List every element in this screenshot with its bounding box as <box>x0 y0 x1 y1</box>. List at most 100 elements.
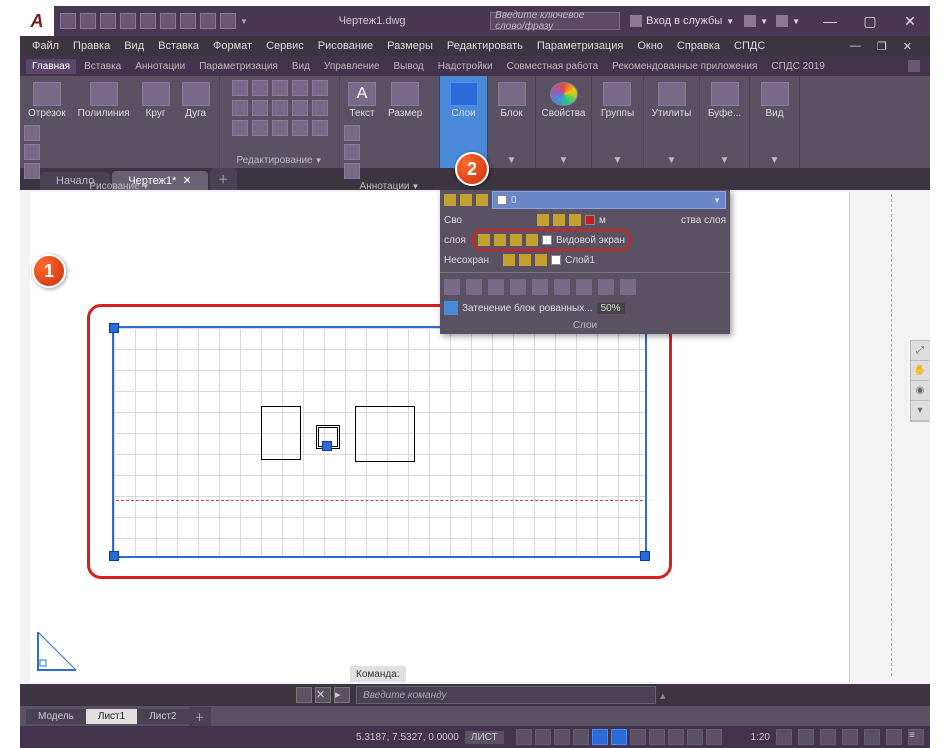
status-zoomlock-icon[interactable] <box>776 729 792 745</box>
status-hw-icon[interactable] <box>864 729 880 745</box>
ucs-icon[interactable] <box>34 628 80 674</box>
cmd-recent-icon[interactable]: ▸ <box>334 687 350 703</box>
sun-icon[interactable] <box>460 194 472 206</box>
utilities-button[interactable]: Утилиты <box>648 80 696 121</box>
status-iso-icon[interactable] <box>842 729 858 745</box>
layout-tab-sheet1[interactable]: Лист1 <box>86 709 137 724</box>
menu-format[interactable]: Формат <box>207 38 258 54</box>
draw-small-2-icon[interactable] <box>24 144 40 160</box>
qat-undo-icon[interactable] <box>160 13 176 29</box>
move-icon[interactable] <box>232 80 248 96</box>
status-custom-icon[interactable]: ≡ <box>908 729 924 745</box>
menu-window[interactable]: Окно <box>631 38 669 54</box>
menu-draw[interactable]: Рисование <box>312 38 379 54</box>
qat-save-icon[interactable] <box>100 13 116 29</box>
annot-small-1-icon[interactable] <box>344 125 360 141</box>
lock2-icon[interactable] <box>569 214 581 226</box>
status-osnap-icon[interactable] <box>592 729 608 745</box>
layout-tab-add[interactable]: ＋ <box>189 707 211 726</box>
panel-utils-expand[interactable]: ▼ <box>667 153 677 166</box>
ltool6-icon[interactable] <box>554 279 570 295</box>
panel-view-expand[interactable]: ▼ <box>770 153 780 166</box>
nav-orbit-icon[interactable]: ◉ <box>911 381 929 401</box>
nav-more-icon[interactable]: ▾ <box>911 401 929 421</box>
layer-row2-name[interactable]: Слой1 <box>565 255 595 266</box>
ltool7-icon[interactable] <box>576 279 592 295</box>
polyline-button[interactable]: Полилиния <box>74 80 134 121</box>
layer-row-highlight[interactable]: Видовой экран <box>472 229 631 251</box>
layer-row0-name[interactable]: м <box>599 215 606 226</box>
circle-button[interactable]: Круг <box>138 80 174 121</box>
block-button[interactable]: Блок <box>494 80 530 121</box>
layout-tab-sheet2[interactable]: Лист2 <box>137 709 188 724</box>
sun2-icon[interactable] <box>553 214 565 226</box>
clipboard-button[interactable]: Буфе... <box>704 80 745 121</box>
signin-button[interactable]: Вход в службы ▼ ▼ ▼ <box>620 15 810 27</box>
menu-insert[interactable]: Вставка <box>152 38 205 54</box>
qat-share-icon[interactable] <box>220 13 236 29</box>
menu-spds[interactable]: СПДС <box>728 38 771 54</box>
panel-props-expand[interactable]: ▼ <box>559 153 569 166</box>
cart-icon[interactable] <box>744 15 756 27</box>
drawing-canvas[interactable]: ⤢ ✋ ◉ ▾ 0 ▼ Сво <box>20 190 930 684</box>
tab-manage[interactable]: Управление <box>318 59 386 74</box>
tab-home[interactable]: Главная <box>26 59 76 74</box>
grip-inner[interactable] <box>322 441 332 451</box>
ltool1-icon[interactable] <box>444 279 460 295</box>
tab-annotate[interactable]: Аннотации <box>129 59 191 74</box>
mod9-icon[interactable] <box>272 120 288 136</box>
nav-full-icon[interactable]: ⤢ <box>911 341 929 361</box>
arc-button[interactable]: Дуга <box>178 80 214 121</box>
cmd-close-icon[interactable]: ✕ <box>315 687 331 703</box>
mod11-icon[interactable] <box>312 120 328 136</box>
dimension-button[interactable]: Размер <box>384 80 426 121</box>
status-ortho-icon[interactable] <box>554 729 570 745</box>
status-qp-icon[interactable] <box>668 729 684 745</box>
status-snap-icon[interactable] <box>535 729 551 745</box>
grip-bottom-right[interactable] <box>640 551 650 561</box>
menu-dimensions[interactable]: Размеры <box>381 38 439 54</box>
stretch-icon[interactable] <box>292 100 308 116</box>
offset-icon[interactable] <box>252 120 268 136</box>
mdi-close-icon[interactable]: ✕ <box>897 38 918 55</box>
close-button[interactable]: ✕ <box>890 6 930 36</box>
ltool9-icon[interactable] <box>620 279 636 295</box>
trim-icon[interactable] <box>272 80 288 96</box>
tab-collab[interactable]: Совместная работа <box>501 59 605 74</box>
shade-icon[interactable] <box>444 301 458 315</box>
sun4-icon[interactable] <box>519 254 531 266</box>
copy-icon[interactable] <box>312 80 328 96</box>
tab-output[interactable]: Вывод <box>388 59 430 74</box>
app-menu-button[interactable]: A <box>20 6 54 36</box>
status-mode-button[interactable]: ЛИСТ <box>465 731 504 744</box>
annot-small-3-icon[interactable] <box>344 163 360 179</box>
panel-clipboard-expand[interactable]: ▼ <box>720 153 730 166</box>
qat-more-icon[interactable] <box>200 13 216 29</box>
grip-top-left[interactable] <box>109 323 119 333</box>
ltool2-icon[interactable] <box>466 279 482 295</box>
menu-modify[interactable]: Редактировать <box>441 38 529 54</box>
menu-view[interactable]: Вид <box>118 38 150 54</box>
tab-addons[interactable]: Надстройки <box>432 59 499 74</box>
cmd-expand-icon[interactable]: ▴ <box>660 689 666 702</box>
scale-icon[interactable] <box>312 100 328 116</box>
minimize-button[interactable]: — <box>810 6 850 36</box>
mdi-minimize-icon[interactable]: — <box>844 38 867 55</box>
status-ws-icon[interactable] <box>820 729 836 745</box>
mdi-restore-icon[interactable]: ❐ <box>871 38 893 55</box>
tab-featured[interactable]: Рекомендованные приложения <box>606 59 763 74</box>
bulb2-icon[interactable] <box>537 214 549 226</box>
annot-small-2-icon[interactable] <box>344 144 360 160</box>
menu-help[interactable]: Справка <box>671 38 726 54</box>
explode-icon[interactable] <box>272 100 288 116</box>
lock-icon[interactable] <box>476 194 488 206</box>
grip-bottom-left[interactable] <box>109 551 119 561</box>
status-transparency-icon[interactable] <box>649 729 665 745</box>
qat-open-icon[interactable] <box>80 13 96 29</box>
help-icon[interactable] <box>776 15 788 27</box>
bulb4-icon[interactable] <box>503 254 515 266</box>
qat-plot-icon[interactable] <box>140 13 156 29</box>
viewport-selected[interactable] <box>112 326 647 558</box>
status-lwt-icon[interactable] <box>630 729 646 745</box>
fillet-icon[interactable] <box>252 100 268 116</box>
